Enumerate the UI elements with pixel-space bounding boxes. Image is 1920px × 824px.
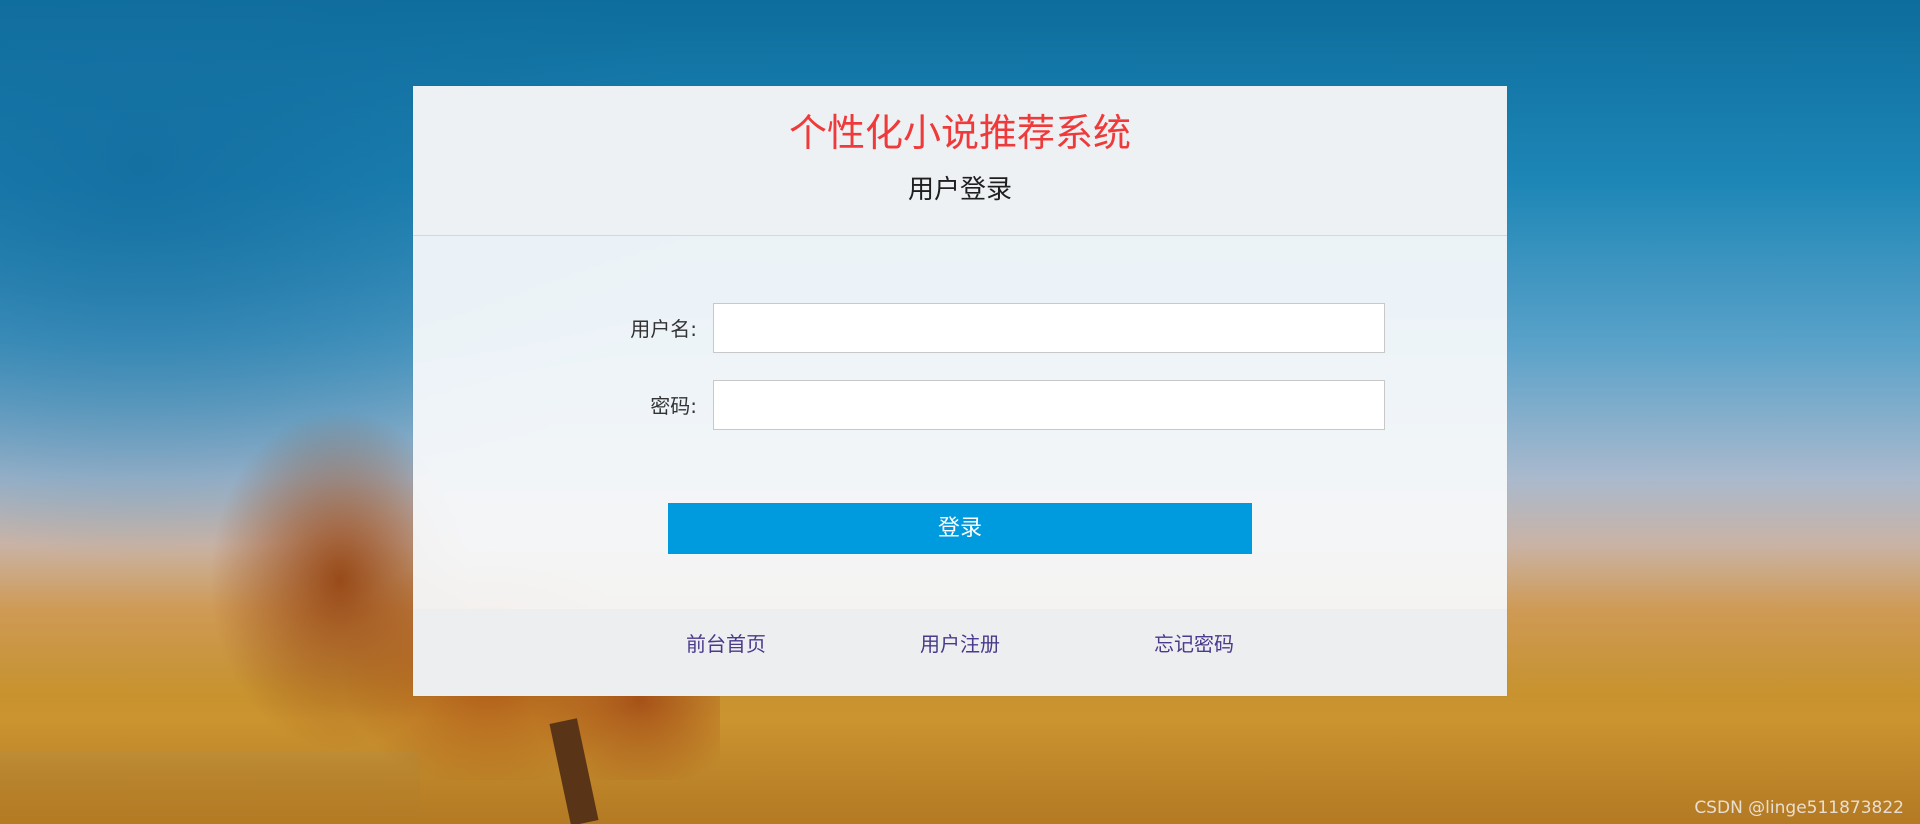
system-title: 个性化小说推荐系统 bbox=[788, 111, 1131, 155]
panel-header: 个性化小说推荐系统 用户登录 bbox=[413, 86, 1507, 236]
login-page: 个性化小说推荐系统 用户登录 用户名: 密码: 登录 前台首页 用户注册 忘记密… bbox=[0, 0, 1920, 824]
panel-footer: 前台首页 用户注册 忘记密码 bbox=[413, 609, 1507, 696]
watermark: CSDN @linge511873822 bbox=[1694, 798, 1904, 818]
password-label: 密码: bbox=[650, 394, 697, 418]
username-row: 用户名: bbox=[413, 303, 1507, 355]
username-input[interactable] bbox=[713, 303, 1385, 353]
register-link[interactable]: 用户注册 bbox=[920, 609, 1000, 696]
home-link[interactable]: 前台首页 bbox=[686, 609, 766, 696]
username-label: 用户名: bbox=[630, 317, 697, 341]
password-input[interactable] bbox=[713, 380, 1385, 430]
page-subtitle: 用户登录 bbox=[907, 175, 1012, 205]
login-panel: 个性化小说推荐系统 用户登录 用户名: 密码: 登录 前台首页 用户注册 忘记密… bbox=[413, 86, 1507, 696]
login-button[interactable]: 登录 bbox=[668, 503, 1252, 554]
password-row: 密码: bbox=[413, 380, 1507, 432]
forgot-password-link[interactable]: 忘记密码 bbox=[1154, 609, 1234, 696]
login-form: 用户名: 密码: 登录 bbox=[413, 236, 1507, 608]
